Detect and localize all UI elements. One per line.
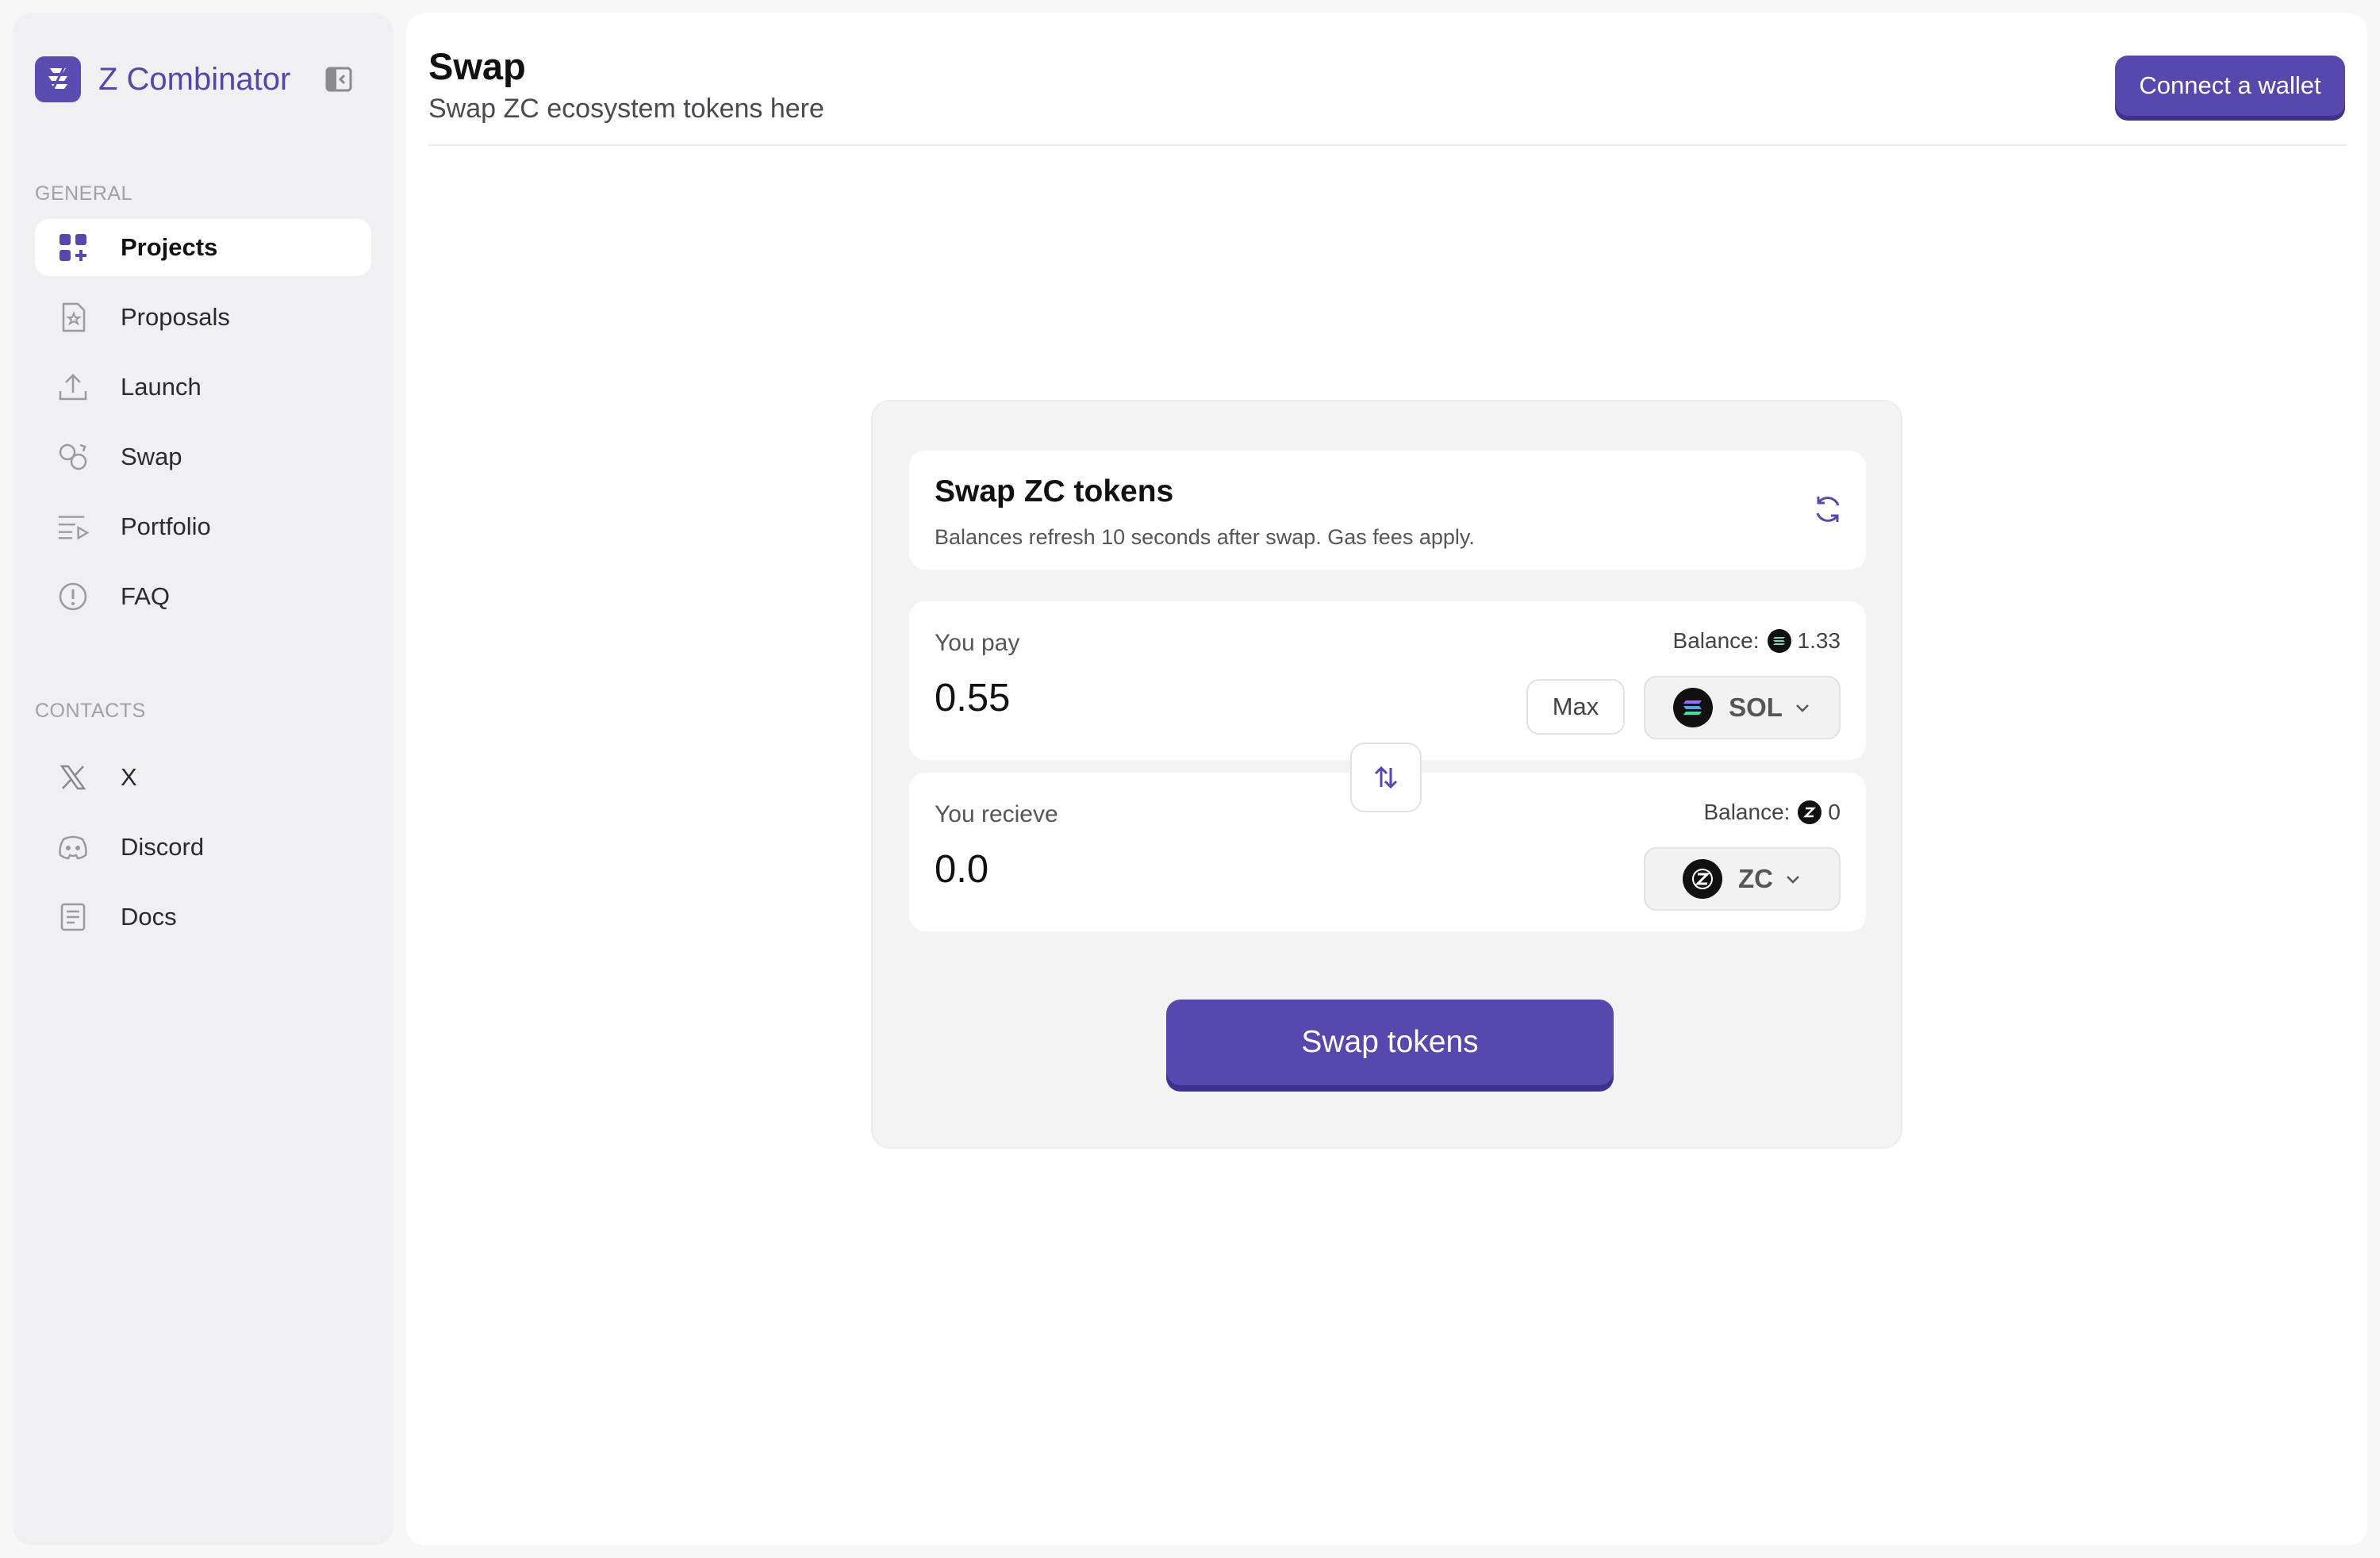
swap-info-panel: Swap ZC tokens Balances refresh 10 secon…	[909, 451, 1866, 570]
sidebar-item-label: X	[121, 763, 137, 791]
pay-token-name: SOL	[1729, 693, 1783, 722]
sidebar-item-label: Swap	[121, 443, 182, 470]
brand-name: Z Combinator	[98, 61, 291, 97]
document-lines-icon	[57, 901, 89, 933]
section-label-general: GENERAL	[35, 182, 132, 205]
brand-logo-icon	[35, 56, 81, 102]
sidebar: Z Combinator GENERAL Projects Proposals …	[13, 13, 393, 1545]
sidebar-item-x[interactable]: X	[35, 749, 371, 806]
sidebar-item-launch[interactable]: Launch	[35, 359, 371, 416]
receive-token-select[interactable]: ZC	[1644, 847, 1841, 911]
swap-card-title: Swap ZC tokens	[935, 474, 1174, 508]
balance-label: Balance:	[1672, 628, 1760, 653]
pay-token-select[interactable]: SOL	[1644, 676, 1841, 739]
balance-value: 1.33	[1797, 628, 1841, 653]
header-divider	[428, 144, 2347, 146]
sidebar-item-discord[interactable]: Discord	[35, 819, 371, 876]
balance-value: 0	[1828, 800, 1841, 824]
chevron-down-icon	[1794, 699, 1811, 716]
alert-circle-icon	[57, 581, 89, 612]
pay-panel: You pay Balance: 1.33 Max	[909, 601, 1866, 760]
discord-icon	[57, 831, 89, 863]
upload-icon	[57, 371, 89, 403]
sidebar-item-docs[interactable]: Docs	[35, 888, 371, 946]
receive-token-name: ZC	[1738, 864, 1773, 893]
page-title: Swap	[428, 45, 526, 87]
swap-tokens-button[interactable]: Swap tokens	[1166, 1000, 1614, 1085]
max-button[interactable]: Max	[1526, 679, 1625, 735]
sidebar-item-label: Projects	[121, 233, 218, 261]
sidebar-item-label: Proposals	[121, 303, 230, 331]
collapse-sidebar-icon[interactable]	[325, 67, 352, 92]
pay-balance: Balance: 1.33	[1673, 628, 1841, 654]
refresh-icon[interactable]	[1812, 493, 1844, 525]
grid-plus-icon	[57, 232, 89, 263]
sol-mini-icon	[1767, 629, 1791, 653]
swap-circles-icon	[57, 441, 89, 473]
sidebar-item-label: Launch	[121, 373, 202, 401]
sidebar-item-label: Portfolio	[121, 512, 211, 540]
pay-amount-input[interactable]	[935, 676, 1411, 720]
flip-direction-button[interactable]	[1350, 743, 1422, 812]
list-play-icon	[57, 511, 89, 543]
app-window: Z Combinator GENERAL Projects Proposals …	[0, 0, 2380, 1558]
sidebar-item-projects[interactable]: Projects	[35, 219, 371, 276]
arrows-up-down-icon	[1374, 766, 1398, 789]
main-content: Swap Swap ZC ecosystem tokens here Conne…	[406, 13, 2367, 1545]
sidebar-item-swap[interactable]: Swap	[35, 428, 371, 485]
section-label-contacts: CONTACTS	[35, 700, 146, 722]
connect-wallet-button[interactable]: Connect a wallet	[2115, 56, 2345, 116]
page-subtitle: Swap ZC ecosystem tokens here	[428, 94, 824, 124]
swap-card: Swap ZC tokens Balances refresh 10 secon…	[871, 400, 1902, 1149]
sidebar-item-faq[interactable]: FAQ	[35, 568, 371, 625]
swap-info-text: Balances refresh 10 seconds after swap. …	[935, 525, 1475, 549]
receive-amount-input[interactable]	[935, 847, 1411, 892]
receive-label: You recieve	[935, 801, 1058, 827]
chevron-down-icon	[1784, 870, 1802, 888]
zc-token-icon	[1683, 859, 1722, 899]
receive-balance: Balance: 0	[1703, 800, 1841, 825]
brand[interactable]: Z Combinator	[35, 56, 290, 103]
sidebar-item-portfolio[interactable]: Portfolio	[35, 498, 371, 555]
zc-mini-icon	[1798, 800, 1822, 824]
sol-token-icon	[1673, 688, 1714, 727]
balance-label: Balance:	[1703, 800, 1791, 824]
document-star-icon	[57, 301, 89, 333]
sidebar-item-proposals[interactable]: Proposals	[35, 289, 371, 346]
sidebar-item-label: Discord	[121, 833, 205, 861]
sidebar-item-label: Docs	[121, 903, 177, 931]
sidebar-item-label: FAQ	[121, 582, 171, 610]
x-icon	[57, 762, 89, 793]
pay-label: You pay	[935, 630, 1020, 656]
